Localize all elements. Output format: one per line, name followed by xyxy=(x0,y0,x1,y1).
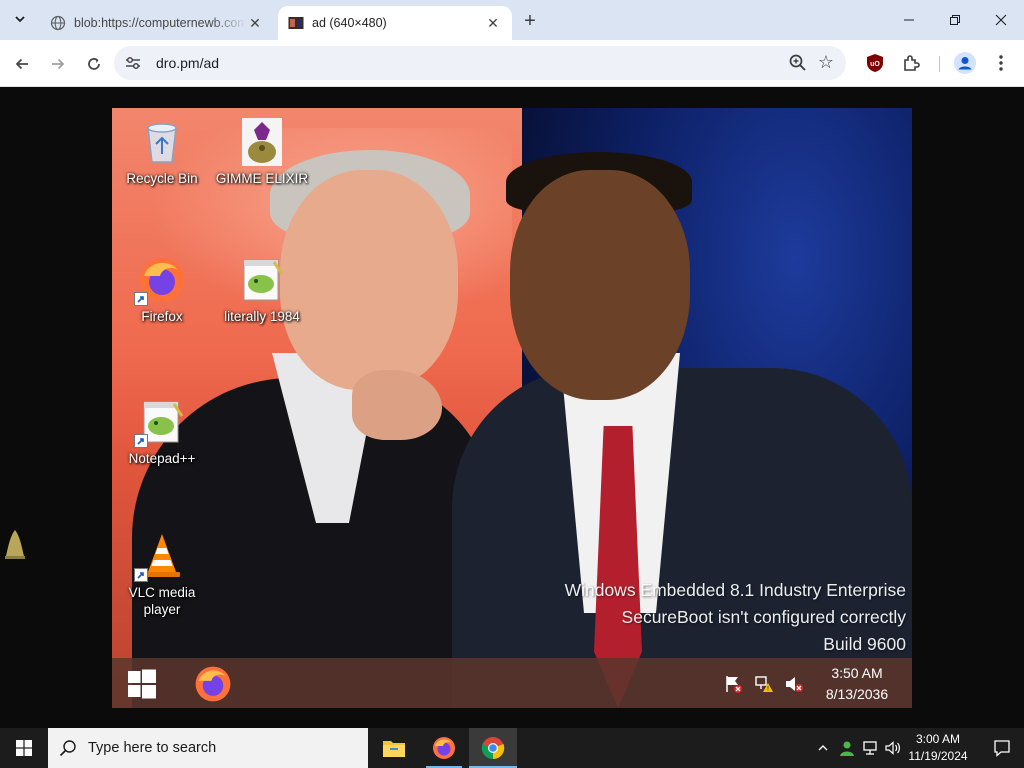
taskbar-clock[interactable]: 3:00 AM 11/19/2024 xyxy=(900,731,976,765)
desktop-icon-gimme-elixir[interactable]: GIMME ELIXIR xyxy=(212,118,312,187)
arrow-left-icon xyxy=(15,58,28,70)
bookmark-star-icon[interactable]: ☆ xyxy=(818,52,834,73)
url-text: dro.pm/ad xyxy=(156,55,220,71)
tab-ad[interactable]: ad (640×480) ✕ xyxy=(278,6,512,40)
golden-bell-icon xyxy=(4,528,26,562)
windows-watermark: Windows Embedded 8.1 Industry Enterprise… xyxy=(565,577,906,658)
minimize-button[interactable] xyxy=(886,0,932,40)
extensions-puzzle-icon[interactable] xyxy=(900,52,922,74)
chevron-down-icon xyxy=(15,16,25,23)
firefox-icon xyxy=(134,256,186,306)
tab-title: blob:https://computernewb.com xyxy=(74,16,246,30)
zoom-icon[interactable] xyxy=(788,53,808,73)
start-button[interactable] xyxy=(0,728,48,768)
action-center-flag-icon[interactable] xyxy=(724,674,744,694)
reload-icon xyxy=(88,58,100,70)
tab-title: ad (640×480) xyxy=(312,16,387,30)
profile-avatar-icon[interactable] xyxy=(954,52,976,74)
vm-screen-image[interactable]: Recycle Bin GIMME ELIXIR Firefox literal… xyxy=(112,108,912,708)
back-button[interactable] xyxy=(8,50,36,78)
volume-muted-icon[interactable] xyxy=(784,674,804,694)
desktop-icon-label: Recycle Bin xyxy=(126,171,198,186)
image-thumbnail-icon xyxy=(288,15,304,31)
network-warning-icon[interactable]: ! xyxy=(754,674,774,694)
restore-button[interactable] xyxy=(932,0,978,40)
desktop-icon-recycle-bin[interactable]: Recycle Bin xyxy=(112,118,212,187)
page-content: Recycle Bin GIMME ELIXIR Firefox literal… xyxy=(0,88,1024,728)
action-center-button[interactable] xyxy=(980,728,1024,768)
close-icon xyxy=(995,14,1007,26)
more-menu-icon[interactable] xyxy=(990,52,1012,74)
user-green-icon[interactable] xyxy=(837,738,857,758)
desktop-icon-vlc[interactable]: VLC media player xyxy=(112,532,212,618)
clock-time: 3:00 AM xyxy=(915,732,961,746)
ublock-origin-icon[interactable]: uO xyxy=(864,52,886,74)
chrome-icon xyxy=(481,737,505,760)
new-tab-button[interactable]: + xyxy=(518,9,542,33)
desktop-icon-label: VLC media player xyxy=(128,585,196,617)
vm-clock-time: 3:50 AM xyxy=(831,665,883,681)
reload-button[interactable] xyxy=(80,50,108,78)
firefox-icon xyxy=(433,737,455,759)
restore-icon xyxy=(950,15,960,25)
taskbar-search-box[interactable]: Type here to search xyxy=(48,728,368,768)
watermark-line: Windows Embedded 8.1 Industry Enterprise xyxy=(564,580,906,600)
desktop-icon-firefox[interactable]: Firefox xyxy=(112,256,212,325)
tab-strip: blob:https://computernewb.com ✕ ad (640×… xyxy=(0,0,1024,40)
vm-taskbar: ! 3:50 AM 8/13/2036 xyxy=(112,658,912,708)
notepad-plus-icon xyxy=(238,256,286,304)
close-icon[interactable]: ✕ xyxy=(484,14,502,32)
network-icon[interactable] xyxy=(861,738,881,758)
notepad-plus-icon xyxy=(134,398,186,448)
taskbar-firefox[interactable] xyxy=(420,728,468,768)
toolbar-divider xyxy=(939,56,940,72)
folder-icon xyxy=(383,741,405,757)
search-placeholder: Type here to search xyxy=(88,740,217,756)
search-icon xyxy=(48,739,88,757)
watermark-line: SecureBoot isn't configured correctly xyxy=(621,607,906,627)
windows-logo-icon[interactable] xyxy=(126,668,158,700)
globe-icon xyxy=(50,15,66,31)
tab-blob[interactable]: blob:https://computernewb.com ✕ xyxy=(40,6,274,40)
firefox-icon[interactable] xyxy=(194,665,232,703)
notification-icon xyxy=(994,740,1010,757)
elixir-bag-icon xyxy=(238,118,286,166)
close-icon[interactable]: ✕ xyxy=(246,14,264,32)
site-settings-icon[interactable] xyxy=(124,54,142,72)
desktop-icon-literally-1984[interactable]: literally 1984 xyxy=(212,256,312,325)
taskbar-file-explorer[interactable] xyxy=(370,728,418,768)
arrow-right-icon xyxy=(52,58,65,70)
browser-toolbar: dro.pm/ad ☆ uO xyxy=(0,40,1024,87)
svg-text:uO: uO xyxy=(870,61,880,68)
desktop-icon-notepad-plus-plus[interactable]: Notepad++ xyxy=(112,398,212,467)
clock-date: 11/19/2024 xyxy=(908,749,968,763)
host-taskbar: Type here to search 3:00 AM 11/19/2024 xyxy=(0,728,1024,768)
close-window-button[interactable] xyxy=(978,0,1024,40)
desktop-icon-label: literally 1984 xyxy=(224,309,300,324)
windows-logo-icon xyxy=(16,740,32,756)
desktop-icon-label: Notepad++ xyxy=(128,451,196,466)
minimize-icon xyxy=(904,19,914,21)
shortcut-arrow-icon xyxy=(134,568,148,582)
vm-clock[interactable]: 3:50 AM 8/13/2036 xyxy=(812,663,902,705)
forward-button[interactable] xyxy=(44,50,72,78)
person-right-head xyxy=(510,170,690,400)
desktop-icon-label: GIMME ELIXIR xyxy=(215,171,309,186)
watermark-line: Build 9600 xyxy=(823,634,906,654)
svg-text:!: ! xyxy=(767,686,769,693)
vlc-icon xyxy=(134,532,186,582)
recycle-bin-icon xyxy=(138,118,186,166)
tab-search-button[interactable] xyxy=(8,7,32,31)
desktop-icon-label: Firefox xyxy=(141,309,183,324)
shortcut-arrow-icon xyxy=(134,292,148,306)
address-bar[interactable]: dro.pm/ad ☆ xyxy=(114,46,846,80)
shortcut-arrow-icon xyxy=(134,434,148,448)
vm-clock-date: 8/13/2036 xyxy=(825,686,889,702)
taskbar-chrome[interactable] xyxy=(469,728,517,768)
chevron-up-icon[interactable] xyxy=(813,738,833,758)
